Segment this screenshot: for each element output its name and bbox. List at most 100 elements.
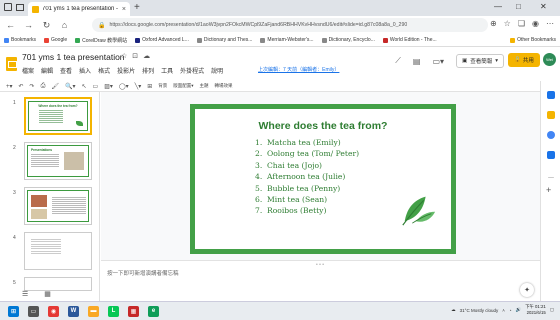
back-icon[interactable]: ← xyxy=(6,20,15,30)
edge-icon[interactable]: e xyxy=(148,305,159,317)
date: 2021/6/15 xyxy=(526,310,546,315)
menu-slide[interactable]: 投影片 xyxy=(117,66,135,75)
bookmark-item[interactable]: World Edition - The... xyxy=(382,37,437,43)
menu-file[interactable]: 檔案 xyxy=(22,66,34,75)
slide-thumbnail[interactable]: Where does the tea from? xyxy=(24,97,92,135)
shape-icon[interactable]: ◯▾ xyxy=(119,83,129,90)
theme-button[interactable]: 主題 xyxy=(200,83,209,89)
maximize-button[interactable]: □ xyxy=(516,2,521,11)
file-explorer-icon[interactable]: ▬ xyxy=(88,305,99,317)
menu-view[interactable]: 查看 xyxy=(60,66,72,75)
keep-icon[interactable] xyxy=(547,111,555,119)
slide-canvas[interactable]: Where does the tea from? 1. Matcha tea (E… xyxy=(101,92,540,260)
menu-edit[interactable]: 編輯 xyxy=(41,66,53,75)
volume-icon[interactable]: 🔊 xyxy=(516,307,522,313)
windows-start-icon[interactable]: ⊞ xyxy=(8,305,19,317)
list-view-icon[interactable]: ☰ xyxy=(22,290,28,298)
zoom-icon[interactable]: ⊕ xyxy=(490,19,497,28)
home-icon[interactable]: ⌂ xyxy=(60,20,69,30)
background-button[interactable]: 背景 xyxy=(158,83,167,89)
collections-icon[interactable]: ❏ xyxy=(518,19,525,28)
current-slide[interactable]: Where does the tea from? 1. Matcha tea (E… xyxy=(190,104,456,254)
menu-help[interactable]: 說明 xyxy=(211,66,223,75)
comments-icon[interactable]: ▤ xyxy=(413,57,421,66)
tasks-icon[interactable] xyxy=(547,131,555,139)
minimize-button[interactable]: — xyxy=(494,2,502,11)
activity-icon[interactable]: ⟋ xyxy=(395,56,401,66)
slide-thumbnail[interactable]: Presentations xyxy=(24,142,92,180)
bookmark-item[interactable]: Bookmarks xyxy=(4,37,36,43)
move-folder-icon[interactable]: ⊡ xyxy=(132,52,138,60)
menu-insert[interactable]: 插入 xyxy=(79,66,91,75)
network-icon[interactable]: ◔ xyxy=(509,308,512,313)
tea-list[interactable]: 1. Matcha tea (Emily) 2. Oolong tea (Tom/ … xyxy=(255,137,359,217)
present-button[interactable]: ▣ 查看簡報 ▾ xyxy=(456,54,504,68)
textbox-icon[interactable]: ▭ xyxy=(93,83,99,90)
calendar-icon[interactable] xyxy=(547,91,555,99)
line-icon[interactable]: ╲▾ xyxy=(135,83,142,90)
undo-icon[interactable]: ↶ xyxy=(19,83,24,90)
bookmark-item[interactable]: Oxford Advanced L... xyxy=(135,37,189,43)
app-icon[interactable]: ▦ xyxy=(128,305,139,317)
window-menu-icon[interactable] xyxy=(4,3,12,11)
star-icon[interactable]: ☆ xyxy=(121,52,127,60)
tab-actions-icon[interactable] xyxy=(16,4,24,11)
bookmark-item[interactable]: Google xyxy=(44,37,67,43)
add-addon-icon[interactable]: + xyxy=(546,185,554,195)
cloud-status-icon[interactable]: ☁ xyxy=(143,52,150,60)
tab-close-icon[interactable]: × xyxy=(122,6,126,13)
share-button[interactable]: 🔒 共用 xyxy=(508,53,540,67)
contacts-icon[interactable] xyxy=(547,151,555,159)
transition-button[interactable]: 轉場效果 xyxy=(215,83,233,89)
slide-thumbnail[interactable] xyxy=(24,232,92,270)
zoom-icon[interactable]: 🔍▾ xyxy=(65,83,75,90)
task-view-icon[interactable]: ▭ xyxy=(28,305,39,317)
menu-tools[interactable]: 工具 xyxy=(161,66,173,75)
close-window-button[interactable]: ✕ xyxy=(540,2,547,11)
reload-icon[interactable]: ↻ xyxy=(42,20,51,31)
print-icon[interactable]: ⎙ xyxy=(41,83,46,90)
comment-add-icon[interactable]: ⊞ xyxy=(147,83,152,90)
bookmark-item[interactable]: CorelDraw 教學網站 xyxy=(75,37,127,44)
layout-button[interactable]: 版面配置▾ xyxy=(173,83,193,89)
chrome-icon[interactable]: ◉ xyxy=(48,305,59,317)
notifications-icon[interactable]: ▢ xyxy=(550,307,554,313)
other-bookmarks[interactable]: Other Bookmarks xyxy=(510,37,556,43)
notes-placeholder[interactable]: 按一下即可新增演講者備忘稿 xyxy=(107,269,179,277)
explore-button[interactable]: ✦ xyxy=(520,283,534,297)
slide-thumbnail[interactable] xyxy=(24,187,92,225)
word-icon[interactable]: W xyxy=(68,305,79,317)
clock[interactable]: 下午 01:21 2021/6/15 xyxy=(525,304,546,316)
menu-arrange[interactable]: 排列 xyxy=(142,66,154,75)
paint-format-icon[interactable]: 🖌 xyxy=(51,83,59,90)
grid-view-icon[interactable]: ▦ xyxy=(44,290,51,298)
image-icon[interactable]: ▨▾ xyxy=(104,83,113,90)
forward-icon[interactable]: → xyxy=(24,20,33,30)
last-edit-link[interactable]: 上次編輯：7 天前（編輯者：Emily） xyxy=(258,66,339,73)
select-tool-icon[interactable]: ↖ xyxy=(82,83,87,90)
meet-icon[interactable]: ▭▾ xyxy=(432,57,444,66)
menu-format[interactable]: 格式 xyxy=(98,66,110,75)
profile-icon[interactable]: ◉ xyxy=(532,19,539,28)
bookmark-item[interactable]: Dictionary, Encyclo... xyxy=(321,37,375,43)
slides-logo-icon[interactable] xyxy=(6,57,17,71)
new-tab-button[interactable]: + xyxy=(134,2,140,14)
weather-text[interactable]: 31°C Mostly cloudy xyxy=(460,308,499,313)
redo-icon[interactable]: ↷ xyxy=(30,83,35,90)
favorite-star-icon[interactable]: ☆ xyxy=(504,19,511,28)
tray-chevron-icon[interactable]: ˄ xyxy=(502,308,505,313)
more-menu-icon[interactable]: ⋯ xyxy=(546,19,554,28)
new-slide-icon[interactable]: +▾ xyxy=(6,83,13,90)
notes-resize-handle[interactable]: • • • xyxy=(316,262,324,268)
document-title[interactable]: 701 yms 1 tea presentation xyxy=(22,52,125,62)
url-field[interactable]: 🔒 https://docs.google.com/presentation/d… xyxy=(92,18,488,32)
speaker-notes[interactable]: • • • 按一下即可新增演講者備忘稿 ✦ xyxy=(101,260,540,301)
browser-tab[interactable]: 701 yms 1 tea presentation - Go × xyxy=(28,2,130,16)
line-icon[interactable]: L xyxy=(108,305,119,317)
bookmark-item[interactable]: Merriam-Webster's... xyxy=(260,37,314,43)
menu-addons[interactable]: 外掛程式 xyxy=(180,66,204,75)
bookmark-item[interactable]: Dictionary and Thes... xyxy=(196,37,253,43)
bookmark-label: Dictionary and Thes... xyxy=(203,37,253,43)
slide-title[interactable]: Where does the tea from? xyxy=(195,120,451,132)
avatar[interactable]: Wei xyxy=(543,53,556,66)
